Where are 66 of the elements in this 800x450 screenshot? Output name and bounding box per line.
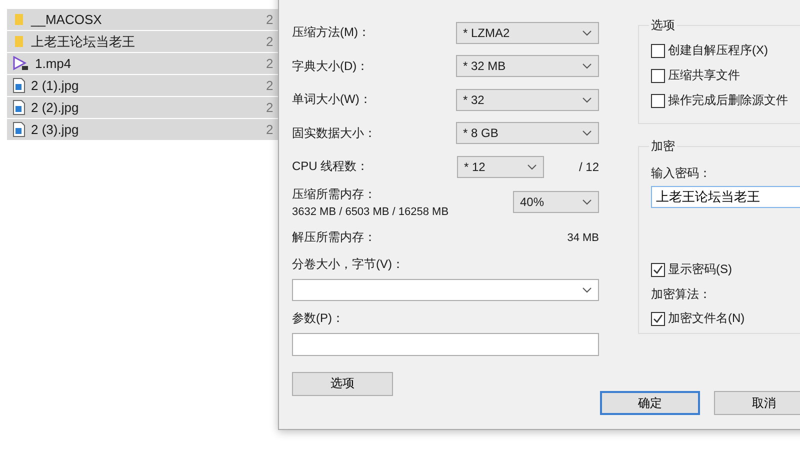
table-cell-text: 2 (266, 100, 274, 115)
table-cell-text: 2 (266, 12, 274, 27)
video-file-icon (13, 56, 29, 71)
image-file-icon (13, 78, 25, 93)
chevron-down-icon (582, 198, 592, 204)
file-name: 2 (3).jpg (31, 122, 80, 137)
field-label: 加密算法： (651, 286, 712, 302)
input-field[interactable] (292, 332, 599, 356)
check-icon (653, 314, 663, 324)
options-button[interactable]: 选项 (292, 372, 393, 396)
dropdown[interactable]: * 8 GB (456, 122, 599, 144)
table-cell-text: 2 (266, 56, 274, 71)
chevron-down-icon (582, 96, 592, 103)
field-label: 固实数据大小： (292, 124, 376, 142)
dropdown[interactable]: * LZMA2 (456, 22, 599, 44)
checkbox[interactable]: 显示密码(S) (651, 257, 800, 282)
folder-icon (13, 35, 25, 48)
table-cell-text: 2 (266, 34, 274, 49)
password-field[interactable]: 上老王论坛当老王 (651, 186, 800, 208)
field-label: 解压所需内存： (292, 229, 376, 246)
chevron-down-icon (582, 30, 592, 36)
field-label: 分卷大小，字节(V)： (292, 256, 404, 273)
image-file-icon (13, 122, 25, 137)
dropdown[interactable]: * 32 (456, 88, 599, 111)
thread-total: / 12 (578, 160, 599, 174)
checkbox[interactable]: 加密文件名(N) (651, 306, 800, 331)
checkbox[interactable]: 压缩共享文件 (651, 63, 800, 88)
file-row[interactable]: 2 (1).jpg 2 (7, 75, 278, 97)
group-title: 加密 (650, 138, 676, 155)
chevron-down-icon (526, 164, 537, 170)
table-cell-text: 2 (266, 122, 274, 137)
file-row[interactable]: 1.mp4 2 (7, 53, 278, 75)
ok-button[interactable]: 确定 (600, 391, 700, 415)
field-label: 参数(P)： (292, 310, 344, 327)
file-row[interactable]: 2 (2).jpg 2 (7, 97, 278, 119)
file-name: 1.mp4 (35, 56, 72, 71)
chevron-down-icon (582, 286, 592, 292)
dropdown[interactable]: * 32 MB (456, 55, 599, 78)
file-name: __MACOSX (31, 12, 103, 27)
chevron-down-icon (582, 130, 592, 136)
file-row[interactable]: 2 (3).jpg 2 (7, 119, 278, 141)
table-cell-text: 2 (266, 78, 274, 93)
cancel-button[interactable]: 取消 (714, 391, 800, 415)
chevron-down-icon (582, 63, 592, 70)
dropdown[interactable]: 40% (513, 190, 599, 212)
field-label: CPU 线程数： (292, 158, 369, 176)
file-row[interactable]: 上老王论坛当老王 2 (7, 31, 278, 53)
group-title: 选项 (650, 17, 676, 34)
file-name: 2 (2).jpg (31, 100, 80, 115)
file-name: 2 (1).jpg (31, 78, 80, 93)
memory-value: 34 MB (567, 232, 599, 244)
field-label: 单词大小(W)： (292, 91, 372, 108)
checkbox[interactable]: 创建自解压程序(X) (651, 38, 800, 63)
field-label: 压缩方法(M)： (292, 24, 370, 42)
field-label: 压缩所需内存： (292, 186, 377, 202)
checkbox[interactable]: 操作完成后删除源文件 (651, 88, 800, 113)
memory-usage: 3632 MB / 6503 MB / 16258 MB (292, 206, 449, 218)
file-row[interactable]: __MACOSX 2 (7, 9, 278, 31)
check-icon (653, 264, 663, 274)
field-label: 输入密码： (651, 165, 712, 182)
dropdown[interactable]: * 12 (456, 156, 544, 178)
image-file-icon (13, 100, 25, 115)
folder-icon (13, 13, 25, 26)
field-label: 字典大小(D)： (292, 58, 369, 75)
file-name: 上老王论坛当老王 (31, 32, 136, 50)
dropdown[interactable] (292, 278, 599, 300)
